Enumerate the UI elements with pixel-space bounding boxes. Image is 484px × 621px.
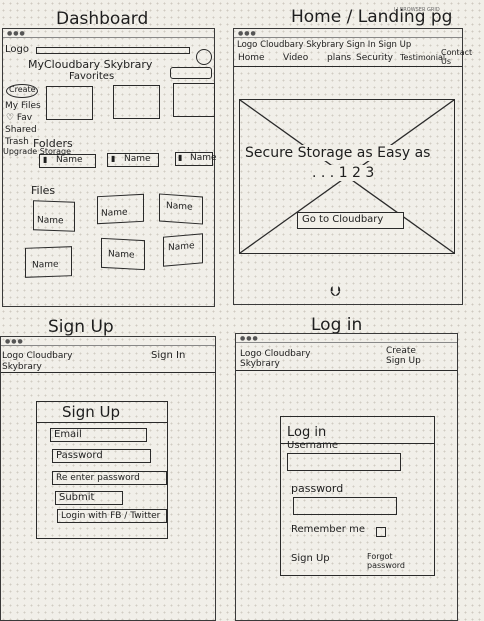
- hero-title: Secure Storage as Easy as: [245, 145, 431, 161]
- form-divider: [37, 422, 167, 424]
- nav-video[interactable]: Video: [283, 53, 308, 63]
- signup-form-title: Sign Up: [62, 403, 120, 421]
- search-input[interactable]: [36, 47, 190, 54]
- go-to-cloudbary-button[interactable]: Go to Cloudbary: [297, 212, 404, 229]
- my-cloudbary-title: MyCloudbary Skybrary: [28, 58, 153, 71]
- browser-bar: ●●●: [1, 337, 215, 346]
- home-frame: ●●● Logo Cloudbary Skybrary Sign In Sign…: [233, 28, 472, 305]
- window-dots-icon: ●●●: [7, 30, 26, 37]
- folder-item[interactable]: ▮ Name: [39, 154, 96, 168]
- folder-icon: ▮: [43, 155, 48, 164]
- folder-name: Name: [190, 153, 217, 163]
- file-item[interactable]: Name: [97, 193, 144, 225]
- hero-subtitle: . . . 1 2 3: [312, 165, 375, 181]
- favorites-label: Favorites: [69, 71, 115, 82]
- file-item[interactable]: Name: [101, 237, 145, 271]
- home-nav-top[interactable]: Logo Cloudbary Skybrary Sign In Sign Up: [237, 40, 411, 50]
- folder-icon: ▮: [111, 154, 116, 163]
- file-name: Name: [168, 240, 195, 254]
- password-field[interactable]: Password: [52, 449, 151, 463]
- nav-plans[interactable]: plans: [327, 53, 351, 63]
- folder-item[interactable]: ▮ Name: [107, 153, 159, 167]
- signup-logo[interactable]: Logo Cloudbary Skybrary: [2, 351, 82, 373]
- folder-name: Name: [56, 155, 83, 165]
- files-label: Files: [31, 184, 56, 197]
- sidebar-item-my-files[interactable]: My Files: [5, 101, 41, 111]
- password-input[interactable]: [293, 497, 397, 515]
- browser-bar: ●●●: [234, 29, 462, 38]
- file-name: Name: [101, 207, 128, 220]
- file-item[interactable]: Name: [25, 246, 72, 278]
- favorite-thumb[interactable]: [113, 85, 160, 119]
- nav-home[interactable]: Home: [238, 53, 265, 63]
- window-dots-icon: ●●●: [240, 335, 259, 342]
- down-arrow-icon: ⮋: [330, 284, 341, 300]
- login-logo[interactable]: Logo Cloudbary Skybrary: [240, 349, 335, 369]
- file-name: Name: [166, 200, 193, 213]
- avatar[interactable]: [196, 49, 212, 65]
- file-item[interactable]: Name: [163, 233, 203, 267]
- remember-me-label: Remember me: [291, 524, 365, 535]
- logo[interactable]: Logo: [5, 44, 29, 55]
- create-label: Create: [9, 85, 36, 94]
- email-field[interactable]: Email: [50, 428, 147, 442]
- dashboard-frame: ●●● Logo MyCloudbary Skybrary Favorites …: [2, 28, 217, 307]
- signup-link[interactable]: Sign Up: [291, 553, 330, 564]
- signup-frame: ●●● Logo Cloudbary Skybrary Sign In Sign…: [0, 336, 216, 621]
- reenter-password-field[interactable]: Re enter password: [52, 471, 167, 485]
- social-login-button[interactable]: Login with FB / Twitter: [57, 509, 167, 523]
- cta-label: Go to Cloudbary: [302, 214, 384, 225]
- nav-contact[interactable]: Contact Us: [441, 48, 472, 66]
- forgot-password-link[interactable]: Forgot password: [367, 552, 417, 570]
- header-divider: [236, 370, 457, 372]
- sidebar-item-trash[interactable]: Trash: [5, 137, 29, 147]
- folders-label: Folders: [33, 137, 73, 150]
- favorite-thumb[interactable]: [173, 83, 215, 117]
- login-form: Log in Username password Remember me Sig…: [280, 416, 435, 576]
- sidebar-item-favorites[interactable]: ♡ Fav: [6, 113, 32, 123]
- favorite-thumb[interactable]: [46, 86, 93, 120]
- browser-grid-label: LI BROWSER GRID: [394, 7, 440, 13]
- file-item[interactable]: Name: [33, 200, 75, 232]
- browser-bar: ●●●: [236, 334, 457, 343]
- login-form-title: Log in: [287, 425, 327, 440]
- folder-item[interactable]: ▮ Name: [175, 152, 217, 166]
- nav-testimonial[interactable]: Testimonial: [400, 53, 445, 62]
- header-divider: [1, 372, 215, 374]
- sidebar-item-shared[interactable]: Shared: [5, 125, 37, 135]
- signin-link[interactable]: Sign In: [151, 350, 185, 361]
- file-name: Name: [108, 249, 135, 261]
- file-name: Name: [37, 215, 64, 227]
- window-dots-icon: ●●●: [238, 30, 257, 37]
- create-signup-link[interactable]: Create Sign Up: [386, 346, 426, 366]
- window-dots-icon: ●●●: [5, 338, 24, 345]
- username-label: Username: [287, 440, 338, 451]
- signup-form: Sign Up Email Password Re enter password…: [36, 401, 168, 539]
- login-frame: ●●● Logo Cloudbary Skybrary Create Sign …: [235, 333, 458, 621]
- file-name: Name: [32, 259, 59, 271]
- remember-me-checkbox[interactable]: [376, 527, 386, 537]
- nav-security[interactable]: Security: [356, 53, 393, 63]
- dashboard-title: Dashboard: [56, 9, 149, 29]
- password-label: password: [291, 482, 344, 495]
- favorites-bar: [170, 67, 212, 79]
- file-item[interactable]: Name: [159, 193, 203, 225]
- username-input[interactable]: [287, 453, 401, 471]
- nav-divider: [234, 66, 462, 68]
- browser-bar: ●●●: [3, 29, 214, 38]
- folder-name: Name: [124, 154, 151, 164]
- login-title: Log in: [311, 315, 363, 335]
- submit-button[interactable]: Submit: [55, 491, 123, 505]
- signup-title: Sign Up: [48, 317, 114, 337]
- folder-icon: ▮: [178, 153, 183, 162]
